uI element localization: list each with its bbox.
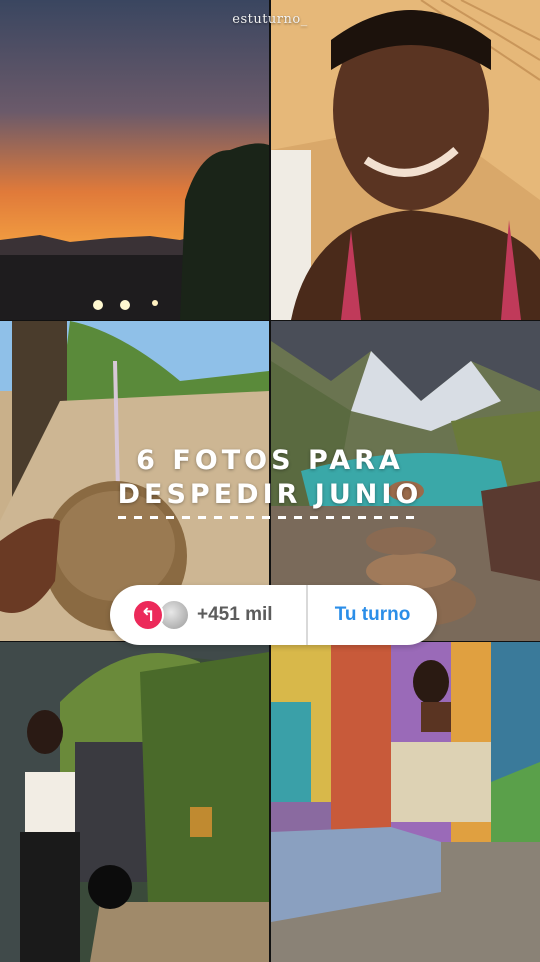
reply-arrow-icon: ↰	[132, 599, 164, 631]
tu-turno-button[interactable]: Tu turno	[308, 585, 437, 645]
photo-portrait	[271, 0, 540, 320]
title-underline-dashes	[118, 516, 418, 519]
photo-colorful-wall	[271, 642, 540, 962]
creator-watermark: estuturno_	[232, 12, 308, 27]
title-line-2: despedir junio	[117, 479, 423, 510]
photo-sunset	[0, 0, 269, 320]
add-yours-sticker[interactable]: ↰ +451 mil Tu turno	[110, 585, 437, 645]
story-title: 6 fotos para despedir junio	[0, 444, 540, 512]
participant-count: +451 mil	[197, 604, 273, 625]
title-line-1: 6 fotos para	[136, 445, 404, 476]
photo-stone-tunnel	[0, 642, 269, 962]
